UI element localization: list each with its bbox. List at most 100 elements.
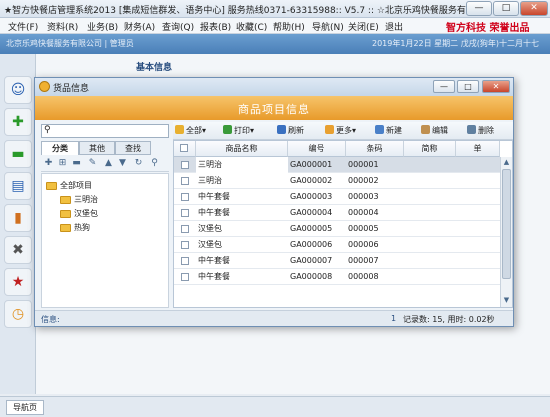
refresh-icon[interactable]: ↻	[133, 158, 144, 169]
maximize-button[interactable]: □	[493, 1, 519, 16]
table-row[interactable]: 中午套餐 GA000003 000003	[174, 189, 500, 205]
table-row[interactable]: 中午套餐 GA000008 000008	[174, 269, 500, 285]
more-icon	[325, 125, 334, 134]
menu-business[interactable]: 业务(B)	[87, 20, 118, 33]
new-button[interactable]: 新建	[375, 125, 402, 136]
plus-icon	[375, 125, 384, 134]
customer-icon[interactable]: ☺	[4, 76, 32, 104]
menu-file[interactable]: 文件(F)	[8, 20, 38, 33]
row-checkbox[interactable]	[181, 225, 189, 233]
menu-data[interactable]: 资料(R)	[47, 20, 78, 33]
menu-favorites[interactable]: 收藏(C)	[236, 20, 267, 33]
app-icon	[39, 81, 50, 92]
edit-node-icon[interactable]: ✎	[87, 158, 98, 169]
scroll-thumb[interactable]	[502, 169, 511, 279]
goods-grid: 商品名称 编号 条码 简称 单 三明治 GA000001 000001 三明治 GA0…	[173, 140, 513, 308]
add-child-icon[interactable]: ⊞	[57, 158, 68, 169]
module-icon-strip: ☺ ✚ ▬ ▤ ▮ ✖ ★ ◷	[0, 54, 36, 394]
column-name[interactable]: 商品名称	[196, 141, 288, 157]
document-icon[interactable]: ▤	[4, 172, 32, 200]
star-icon[interactable]: ★	[4, 268, 32, 296]
refresh-button[interactable]: 刷新	[277, 125, 304, 136]
close-button[interactable]: ✕	[520, 1, 548, 16]
tab-category[interactable]: 分类	[41, 141, 79, 155]
menu-exit[interactable]: 退出	[385, 20, 403, 33]
row-checkbox[interactable]	[181, 177, 189, 185]
scroll-down-icon[interactable]: ▼	[501, 295, 512, 306]
column-barcode[interactable]: 条码	[346, 141, 404, 157]
table-row[interactable]: 汉堡包 GA000005 000005	[174, 221, 500, 237]
dialog-title: 货品信息	[53, 84, 90, 94]
column-code[interactable]: 编号	[288, 141, 346, 157]
row-checkbox[interactable]	[181, 161, 189, 169]
menu-query[interactable]: 查询(Q)	[162, 20, 194, 33]
goods-info-dialog: 货品信息 — □ ✕ 商品项目信息 ⚲ 分类 其他 查找 ✚ ⊞ ▬ ✎ ▲ ▼…	[34, 77, 514, 327]
column-unit[interactable]: 单	[456, 141, 500, 157]
print-button[interactable]: 打印▾	[223, 125, 254, 136]
dialog-minimize-button[interactable]: —	[433, 80, 455, 93]
menu-finance[interactable]: 财务(A)	[124, 20, 155, 33]
bar-chart-icon[interactable]: ▮	[4, 204, 32, 232]
table-row[interactable]: 汉堡包 GA000006 000006	[174, 237, 500, 253]
scroll-up-icon[interactable]: ▲	[501, 157, 512, 168]
basic-info-heading: 基本信息	[136, 63, 173, 73]
add-node-icon[interactable]: ✚	[43, 158, 54, 169]
row-checkbox[interactable]	[181, 209, 189, 217]
bottom-bar: 导航页	[0, 396, 550, 417]
tree-node[interactable]: 汉堡包	[60, 208, 98, 219]
minimize-button[interactable]: —	[466, 1, 492, 16]
folder-icon	[46, 181, 57, 190]
search-input[interactable]: ⚲	[41, 124, 169, 138]
row-checkbox[interactable]	[181, 193, 189, 201]
delete-node-icon[interactable]: ▬	[71, 158, 82, 169]
tab-other[interactable]: 其他	[79, 141, 115, 155]
row-checkbox[interactable]	[181, 241, 189, 249]
table-row[interactable]: 中午套餐 GA000004 000004	[174, 205, 500, 221]
table-row[interactable]: 三明治 GA000002 000002	[174, 173, 500, 189]
nav-page-tab[interactable]: 导航页	[6, 400, 44, 415]
move-down-icon[interactable]: ▼	[117, 158, 128, 169]
find-icon[interactable]: ⚲	[149, 158, 160, 169]
table-row[interactable]: 中午套餐 GA000007 000007	[174, 253, 500, 269]
vertical-scrollbar[interactable]: ▲ ▼	[500, 157, 512, 307]
dialog-titlebar: 货品信息 — □ ✕	[35, 78, 513, 96]
checkbox[interactable]	[180, 144, 188, 152]
tree-node[interactable]: 三明治	[60, 194, 98, 205]
category-tree: 全部项目 三明治 汉堡包 热狗	[41, 173, 169, 308]
menu-nav[interactable]: 导航(N)	[312, 20, 344, 33]
more-button[interactable]: 更多▾	[325, 125, 356, 136]
menu-report[interactable]: 报表(B)	[200, 20, 231, 33]
add-icon[interactable]: ✚	[4, 108, 32, 136]
dialog-status-bar: 信息: 1 记录数: 15, 用时: 0.02秒	[35, 310, 513, 326]
header-checkbox[interactable]	[174, 141, 196, 157]
record-info: 记录数: 15, 用时: 0.02秒	[403, 315, 495, 324]
menu-help[interactable]: 帮助(H)	[273, 20, 305, 33]
folder-icon	[175, 125, 184, 134]
status-label: 信息:	[41, 315, 60, 324]
grid-toolbar: 全部▾ 打印▾ 刷新 更多▾ 新建 编辑 删除	[173, 122, 513, 140]
dialog-close-button[interactable]: ✕	[482, 80, 510, 93]
dialog-maximize-button[interactable]: □	[457, 80, 479, 93]
menu-close[interactable]: 关闭(E)	[348, 20, 379, 33]
row-checkbox[interactable]	[181, 257, 189, 265]
tab-find[interactable]: 查找	[115, 141, 151, 155]
delete-button[interactable]: 删除	[467, 125, 494, 136]
all-button[interactable]: 全部▾	[175, 125, 206, 136]
column-abbr[interactable]: 简称	[404, 141, 456, 157]
tree-toolbar: ✚ ⊞ ▬ ✎ ▲ ▼ ↻ ⚲	[41, 156, 169, 172]
tools-icon[interactable]: ✖	[4, 236, 32, 264]
menu-bar: 文件(F) 资料(R) 业务(B) 财务(A) 查询(Q) 报表(B) 收藏(C…	[0, 18, 550, 34]
clock-icon[interactable]: ◷	[4, 300, 32, 328]
table-row[interactable]: 三明治 GA000001 000001	[174, 157, 500, 173]
row-checkbox[interactable]	[181, 273, 189, 281]
tree-node[interactable]: 热狗	[60, 222, 90, 233]
edit-button[interactable]: 编辑	[421, 125, 448, 136]
move-up-icon[interactable]: ▲	[103, 158, 114, 169]
search-icon: ⚲	[44, 125, 51, 135]
datetime-label: 2019年1月22日 星期二 戊戌(狗年)十二月十七	[372, 39, 539, 48]
refresh-icon	[277, 125, 286, 134]
tree-node-root[interactable]: 全部项目	[46, 180, 92, 191]
folder-icon	[60, 209, 71, 218]
folder-icon	[60, 195, 71, 204]
remove-icon[interactable]: ▬	[4, 140, 32, 168]
